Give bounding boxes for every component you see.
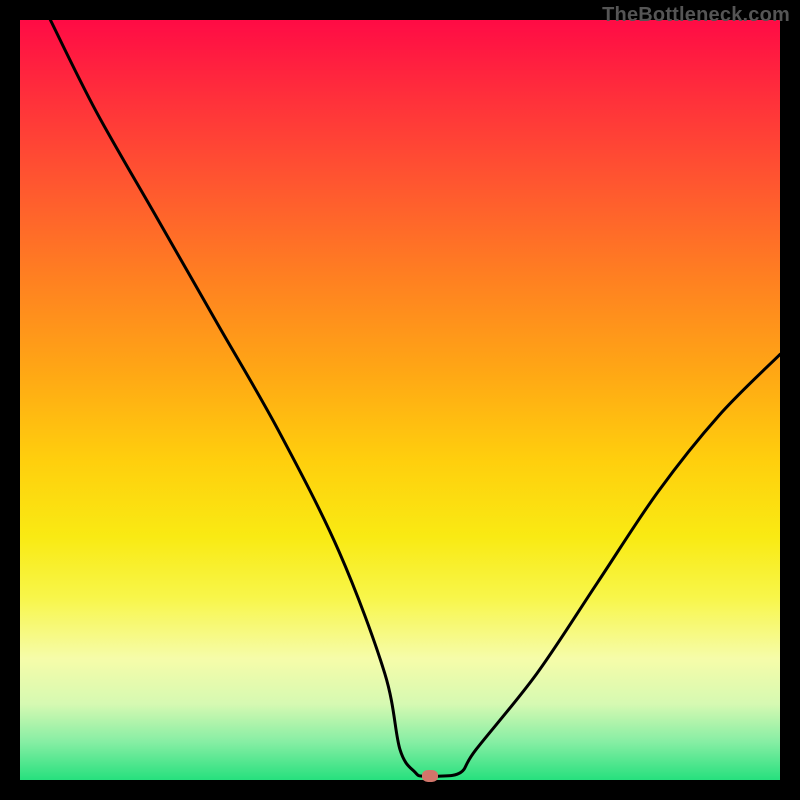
bottleneck-curve [20, 20, 780, 780]
chart-plot-area [20, 20, 780, 780]
watermark-text: TheBottleneck.com [602, 4, 790, 27]
optimal-point-marker [422, 770, 438, 782]
chart-frame: TheBottleneck.com [0, 0, 800, 800]
